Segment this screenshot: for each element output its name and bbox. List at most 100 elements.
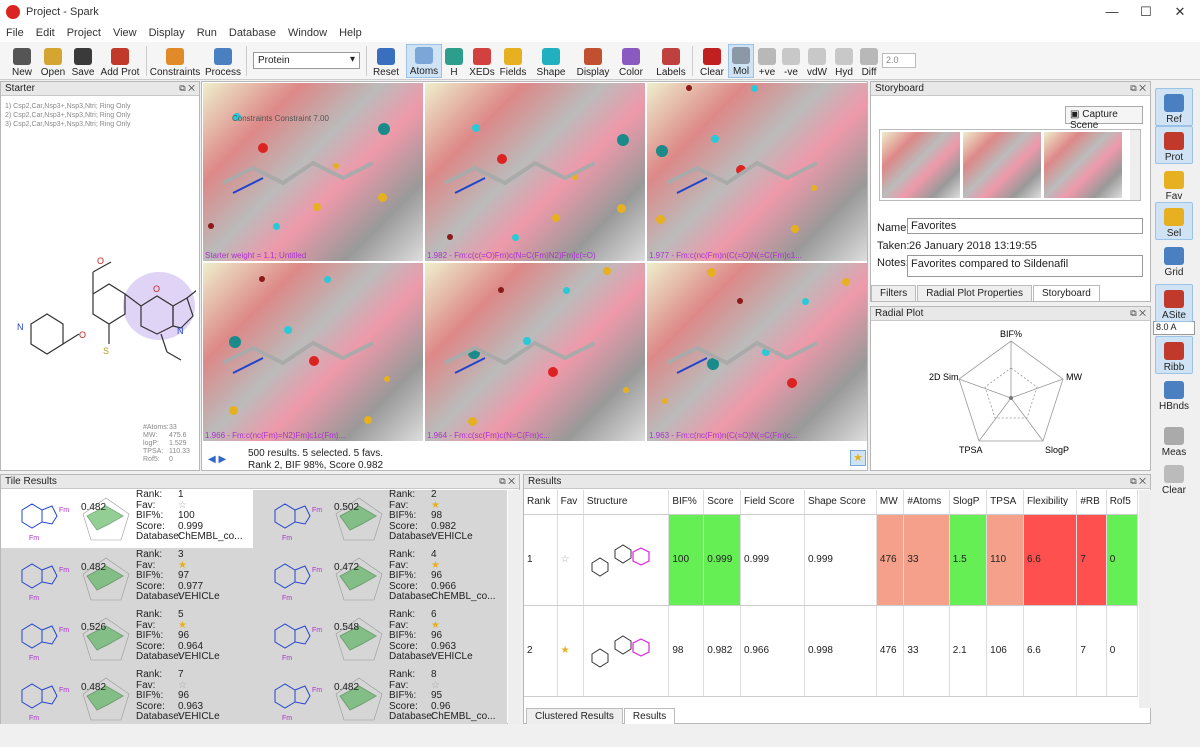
clear-button[interactable]: Clear (1155, 458, 1193, 496)
meas-button[interactable]: Meas (1155, 420, 1193, 458)
menu-view[interactable]: View (107, 27, 143, 39)
mol-button[interactable]: Mol (728, 44, 754, 78)
prot-button[interactable]: Prot (1155, 126, 1193, 164)
column-header[interactable]: MW (876, 490, 905, 515)
hbnds-button[interactable]: HBnds (1155, 374, 1193, 412)
tile-result[interactable]: Fm Fm 0.502 Rank: Fav: BIF%: Score: Database: 2 ★… (254, 490, 506, 548)
3d-viewer-grid[interactable]: Starter weight = 1.1; Untitled 1.982 - Fm… (201, 81, 868, 471)
diff-value-input[interactable]: 2.0 (882, 53, 916, 68)
asite-button[interactable]: ASite (1155, 284, 1193, 322)
menu-run[interactable]: Run (191, 27, 223, 39)
-ve-button[interactable]: +ve (756, 44, 778, 78)
menu-window[interactable]: Window (282, 27, 333, 39)
menu-database[interactable]: Database (223, 27, 282, 39)
minimize-button[interactable]: — (1104, 4, 1120, 20)
tile-result[interactable]: Fm Fm 0.482 Rank: Fav: BIF%: Score: Database: 3 ★… (1, 549, 253, 608)
column-header[interactable]: #RB (1076, 490, 1107, 515)
column-header[interactable]: Rank (524, 490, 558, 515)
viewer-pane[interactable]: 1.963 - Fm:c(nc(Fm)n(C(=O)N(=C(Fm)c... (647, 263, 867, 441)
shape-button[interactable]: Shape (535, 44, 567, 78)
column-header[interactable]: Shape Score (804, 490, 877, 515)
column-header[interactable]: Score (703, 490, 742, 515)
menu-edit[interactable]: Edit (30, 27, 61, 39)
favorite-star-icon[interactable]: ★ (850, 450, 866, 466)
save-button[interactable]: Save (68, 44, 98, 78)
column-header[interactable]: Flexibility (1023, 490, 1078, 515)
viewer-pane[interactable]: 1.977 - Fm:c(nc(Fm)n(C(=O)N(=C(Fm)c1... (647, 83, 867, 261)
labels-button[interactable]: Labels (654, 44, 688, 78)
hyd-button[interactable]: Hyd (832, 44, 856, 78)
display-button[interactable]: Display (574, 44, 612, 78)
protein-select[interactable]: Protein ▾ (253, 52, 360, 69)
constraints-button[interactable]: Constraints (150, 44, 200, 78)
sel-button[interactable]: Sel (1155, 202, 1193, 240)
tile-result[interactable]: Fm Fm 0.548 Rank: Fav: BIF%: Score: Database: 6 ★… (254, 609, 506, 668)
tile-result[interactable]: Fm Fm 0.482 Rank: Fav: BIF%: Score: Database: 1 ☆… (1, 490, 253, 548)
asite-distance-input[interactable]: 8.0 A (1153, 321, 1195, 335)
column-header[interactable]: SlogP (949, 490, 988, 515)
scene-thumbnail[interactable] (963, 132, 1041, 198)
atoms-button[interactable]: Atoms (406, 44, 442, 78)
scene-notes-input[interactable]: Favorites compared to Sildenafil (907, 255, 1143, 277)
menu-project[interactable]: Project (61, 27, 107, 39)
grid-button[interactable]: Grid (1155, 240, 1193, 278)
process-button[interactable]: Process (204, 44, 242, 78)
vdw-button[interactable]: vdW (804, 44, 830, 78)
menu-help[interactable]: Help (333, 27, 368, 39)
column-header[interactable]: Fav (557, 490, 584, 515)
column-header[interactable]: #Atoms (903, 490, 950, 515)
scene-thumbnail[interactable] (882, 132, 960, 198)
tab-radial-plot-properties[interactable]: Radial Plot Properties (917, 285, 1032, 301)
nav-arrows-icon[interactable]: ◀ ▶ (208, 454, 226, 465)
menu-file[interactable]: File (0, 27, 30, 39)
tab-results[interactable]: Results (623, 708, 676, 724)
thumbnail-scrollbar[interactable] (1130, 130, 1140, 200)
fields-button[interactable]: Fields (498, 44, 528, 78)
table-row[interactable]: 1 ☆ 100 0.999 0.999 0.999 476 33 1.5 110 6.6 7 0 (524, 514, 1138, 606)
reset-button[interactable]: Reset (372, 44, 400, 78)
h-button[interactable]: H (444, 44, 464, 78)
scene-thumbnail[interactable] (1044, 132, 1122, 198)
reset-icon (377, 48, 395, 65)
axis-bif: BIF% (1000, 329, 1022, 339)
tab-storyboard[interactable]: Storyboard (1032, 285, 1100, 301)
menu-display[interactable]: Display (143, 27, 191, 39)
clear-button[interactable]: Clear (698, 44, 726, 78)
results-scrollbar[interactable] (1139, 490, 1151, 708)
scene-name-input[interactable]: Favorites (907, 218, 1143, 234)
maximize-button[interactable]: ☐ (1138, 4, 1154, 20)
capture-scene-button[interactable]: ▣ Capture Scene (1065, 106, 1143, 131)
tile-result[interactable]: Fm Fm 0.482 Rank: Fav: BIF%: Score: Database: 7 ☆… (1, 669, 253, 724)
tile-result[interactable]: Fm Fm 0.482 Rank: Fav: BIF%: Score: Database: 8 ☆… (254, 669, 506, 724)
tile-result[interactable]: Fm Fm 0.472 Rank: Fav: BIF%: Score: Database: 4 ★… (254, 549, 506, 608)
tab-clustered-results[interactable]: Clustered Results (526, 708, 623, 724)
close-window-button[interactable]: ✕ (1172, 4, 1188, 20)
svg-text:Fm: Fm (312, 627, 322, 634)
table-cell: 7 (1076, 605, 1107, 697)
add-prot-button[interactable]: Add Prot (100, 44, 140, 78)
viewer-pane[interactable]: 1.966 - Fm:c(nc(Fm)=N2)Fm]c1c(Fm)... (203, 263, 423, 441)
tile-result[interactable]: Fm Fm 0.526 Rank: Fav: BIF%: Score: Database: 5 ★… (1, 609, 253, 668)
ribb-button[interactable]: Ribb (1155, 336, 1193, 374)
fav-button[interactable]: Fav (1155, 164, 1193, 202)
storyboard-thumbnails[interactable] (879, 129, 1141, 201)
-ve-button[interactable]: -ve (780, 44, 802, 78)
column-header[interactable]: Structure (583, 490, 670, 515)
viewer-pane[interactable]: 1.982 - Fm:c(c(=O)Fm)c(N=C(Fm)N2)Fm]c(=O… (425, 83, 645, 261)
tiles-scrollbar[interactable] (508, 490, 520, 724)
xeds-button[interactable]: XEDs (468, 44, 496, 78)
column-header[interactable]: BIF% (668, 490, 705, 515)
table-row[interactable]: 2 ★ 98 0.982 0.966 0.998 476 33 2.1 106 6.6 7 0 (524, 605, 1138, 697)
ref-button[interactable]: Ref (1155, 88, 1193, 126)
column-header[interactable]: Rof5 (1106, 490, 1138, 515)
viewer-pane[interactable]: Starter weight = 1.1; Untitled (203, 83, 423, 261)
open-button[interactable]: Open (38, 44, 68, 78)
float-close-icons[interactable]: ⧉ ✕ (179, 82, 195, 95)
diff-button[interactable]: Diff (858, 44, 880, 78)
column-header[interactable]: TPSA (986, 490, 1024, 515)
new-button[interactable]: New (4, 44, 40, 78)
color-button[interactable]: Color (616, 44, 646, 78)
tab-filters[interactable]: Filters (871, 285, 917, 301)
viewer-pane[interactable]: 1.964 - Fm:c(sc(Fm)c(N=C(Fm)c... (425, 263, 645, 441)
column-header[interactable]: Field Score (740, 490, 805, 515)
